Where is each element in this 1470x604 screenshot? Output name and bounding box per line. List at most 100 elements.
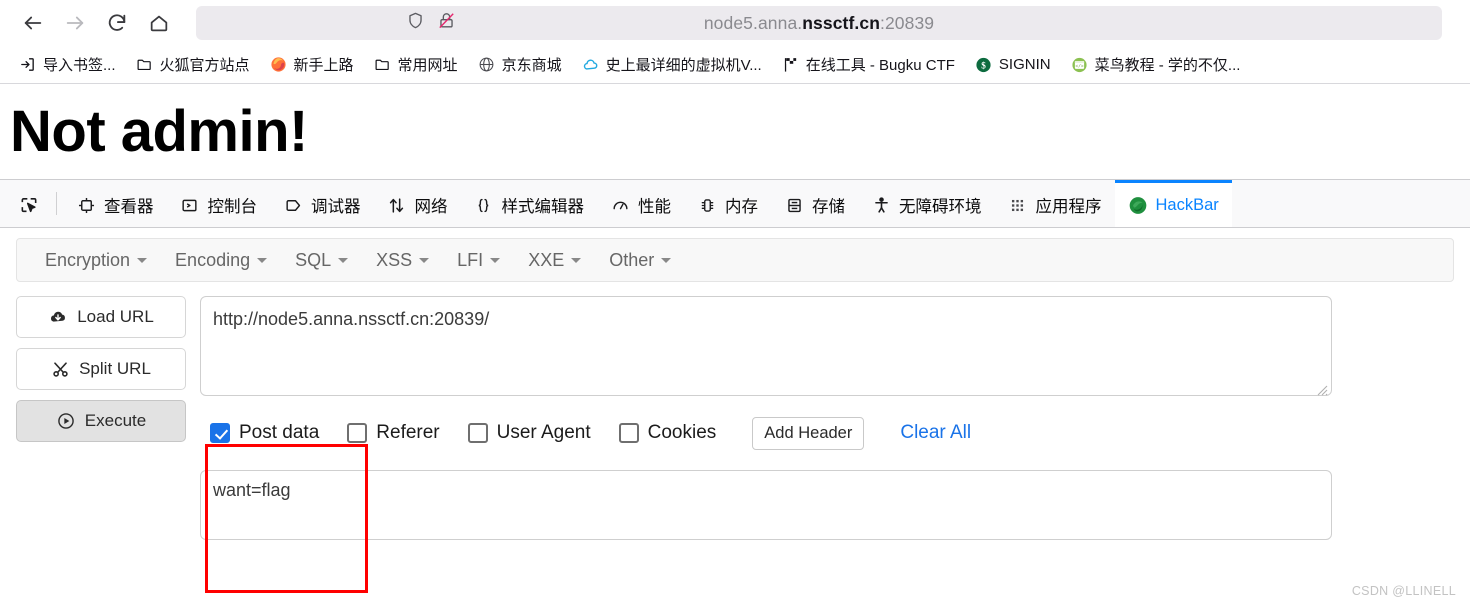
execute-button[interactable]: Execute: [16, 400, 186, 442]
option-label: Post data: [239, 422, 320, 443]
bookmark-label: 在线工具 - Bugku CTF: [805, 57, 955, 74]
post-data-checkbox[interactable]: [210, 423, 230, 443]
bookmark-common-sites[interactable]: 常用网址: [365, 50, 467, 79]
post-data-input[interactable]: want=flag: [200, 470, 1332, 540]
menu-lfi[interactable]: LFI: [443, 250, 514, 271]
bookmark-vmware-guide[interactable]: 史上最详细的虚拟机V...: [573, 50, 771, 79]
resize-handle[interactable]: [1314, 378, 1328, 396]
tab-accessibility[interactable]: 无障碍环境: [858, 180, 995, 227]
forward-button[interactable]: [56, 4, 94, 42]
tab-style-editor[interactable]: 样式编辑器: [461, 180, 598, 227]
menu-xss[interactable]: XSS: [362, 250, 443, 271]
bookmarks-bar: 导入书签... 火狐官方站点 新手上路 常用网址 京东商城 史上最详细的虚拟机V…: [0, 46, 1470, 84]
bookmark-signin[interactable]: $ SIGNIN: [966, 52, 1060, 77]
chevron-down-icon: [419, 257, 430, 263]
tab-label: 无障碍环境: [899, 198, 982, 216]
page-title: Not admin!: [10, 99, 308, 164]
reload-button[interactable]: [98, 4, 136, 42]
element-picker-icon: [19, 195, 39, 215]
tab-inspector[interactable]: 查看器: [63, 180, 167, 227]
clear-all-link[interactable]: Clear All: [900, 422, 971, 444]
tab-application[interactable]: 应用程序: [995, 180, 1115, 227]
menu-label: XXE: [528, 249, 565, 270]
chevron-down-icon: [571, 257, 582, 263]
address-bar-identity-icons: [406, 11, 456, 35]
bookmark-import[interactable]: 导入书签...: [10, 50, 125, 79]
performance-icon: [610, 195, 630, 215]
tab-performance[interactable]: 性能: [597, 180, 684, 227]
debugger-icon: [283, 195, 303, 215]
address-bar-url[interactable]: node5.anna.nssctf.cn:20839: [704, 13, 934, 34]
flag-icon: [782, 56, 799, 73]
bookmark-firefox-official[interactable]: 火狐官方站点: [127, 50, 259, 79]
bookmark-getting-started[interactable]: 新手上路: [261, 50, 363, 79]
option-post-data[interactable]: Post data: [210, 422, 319, 444]
tab-label: 应用程序: [1035, 198, 1102, 216]
element-picker-button[interactable]: [6, 180, 52, 227]
cookies-checkbox[interactable]: [618, 423, 639, 443]
bookmark-label: 常用网址: [397, 57, 458, 74]
button-label: Execute: [84, 411, 147, 430]
shield-icon[interactable]: [406, 11, 425, 35]
tab-label: 存储: [812, 198, 845, 216]
devtools-panel: 查看器 控制台 调试器 网络 样式编辑器 性能 内存 存储 无障碍环境 应用程序…: [0, 179, 1470, 540]
chevron-down-icon: [661, 257, 672, 263]
option-label: Referer: [376, 422, 440, 443]
bookmark-label: 新手上路: [293, 57, 354, 74]
option-user-agent[interactable]: User Agent: [467, 422, 591, 444]
play-circle-icon: [56, 411, 76, 431]
url-input-value: http://node5.anna.nssctf.cn:20839/: [213, 309, 490, 329]
cloud-download-icon: [48, 307, 68, 327]
user-agent-checkbox[interactable]: [467, 423, 488, 443]
bookmark-jd[interactable]: 京东商城: [469, 50, 571, 79]
application-icon: [1008, 195, 1028, 215]
bookmark-label: 菜鸟教程 - 学的不仅...: [1094, 57, 1241, 74]
split-url-button[interactable]: Split URL: [16, 348, 186, 390]
home-button[interactable]: [140, 4, 178, 42]
navigation-toolbar: node5.anna.nssctf.cn:20839: [0, 0, 1470, 46]
add-header-button[interactable]: Add Header: [752, 416, 865, 450]
menu-sql[interactable]: SQL: [281, 250, 362, 271]
url-input[interactable]: http://node5.anna.nssctf.cn:20839/: [200, 296, 1332, 396]
cloud-icon: [582, 56, 599, 73]
url-domain: nssctf.cn: [802, 12, 880, 33]
back-button[interactable]: [14, 4, 52, 42]
button-label: Split URL: [79, 359, 151, 378]
chevron-down-icon: [137, 257, 148, 263]
tab-label: 控制台: [207, 198, 258, 216]
request-options: Post data Referer User Agent Cookies Add…: [200, 416, 1454, 450]
menu-encoding[interactable]: Encoding: [161, 250, 281, 271]
option-cookies[interactable]: Cookies: [618, 422, 716, 444]
referer-checkbox[interactable]: [347, 423, 368, 443]
menu-xxe[interactable]: XXE: [514, 250, 595, 271]
storage-icon: [784, 195, 804, 215]
tab-hackbar[interactable]: HackBar: [1114, 180, 1232, 227]
option-label: User Agent: [496, 422, 591, 443]
tab-memory[interactable]: 内存: [684, 180, 771, 227]
menu-label: LFI: [457, 249, 484, 270]
bookmark-runoob[interactable]: </> 菜鸟教程 - 学的不仅...: [1062, 50, 1250, 79]
tab-network[interactable]: 网络: [374, 180, 461, 227]
console-icon: [180, 195, 200, 215]
load-url-button[interactable]: Load URL: [16, 296, 186, 338]
menu-label: Encoding: [175, 249, 251, 270]
tab-console[interactable]: 控制台: [167, 180, 271, 227]
bookmark-bugku-ctf[interactable]: 在线工具 - Bugku CTF: [773, 50, 964, 79]
option-referer[interactable]: Referer: [347, 422, 440, 444]
menu-encryption[interactable]: Encryption: [31, 250, 161, 271]
scissors-icon: [51, 360, 70, 379]
button-label: Load URL: [77, 307, 154, 326]
page-content: Not admin!: [0, 84, 1470, 179]
address-bar[interactable]: node5.anna.nssctf.cn:20839: [196, 6, 1442, 40]
bookmark-label: 火狐官方站点: [159, 57, 250, 74]
lock-broken-icon[interactable]: [437, 11, 456, 35]
tab-debugger[interactable]: 调试器: [270, 180, 374, 227]
menu-other[interactable]: Other: [595, 250, 685, 271]
tab-storage[interactable]: 存储: [771, 180, 858, 227]
dollar-badge-icon: $: [975, 56, 992, 73]
folder-icon: [374, 56, 391, 73]
url-prefix: node5.anna.: [703, 12, 803, 33]
accessibility-icon: [871, 195, 891, 215]
svg-text:$: $: [981, 60, 986, 70]
bookmark-label: SIGNIN: [998, 56, 1051, 73]
